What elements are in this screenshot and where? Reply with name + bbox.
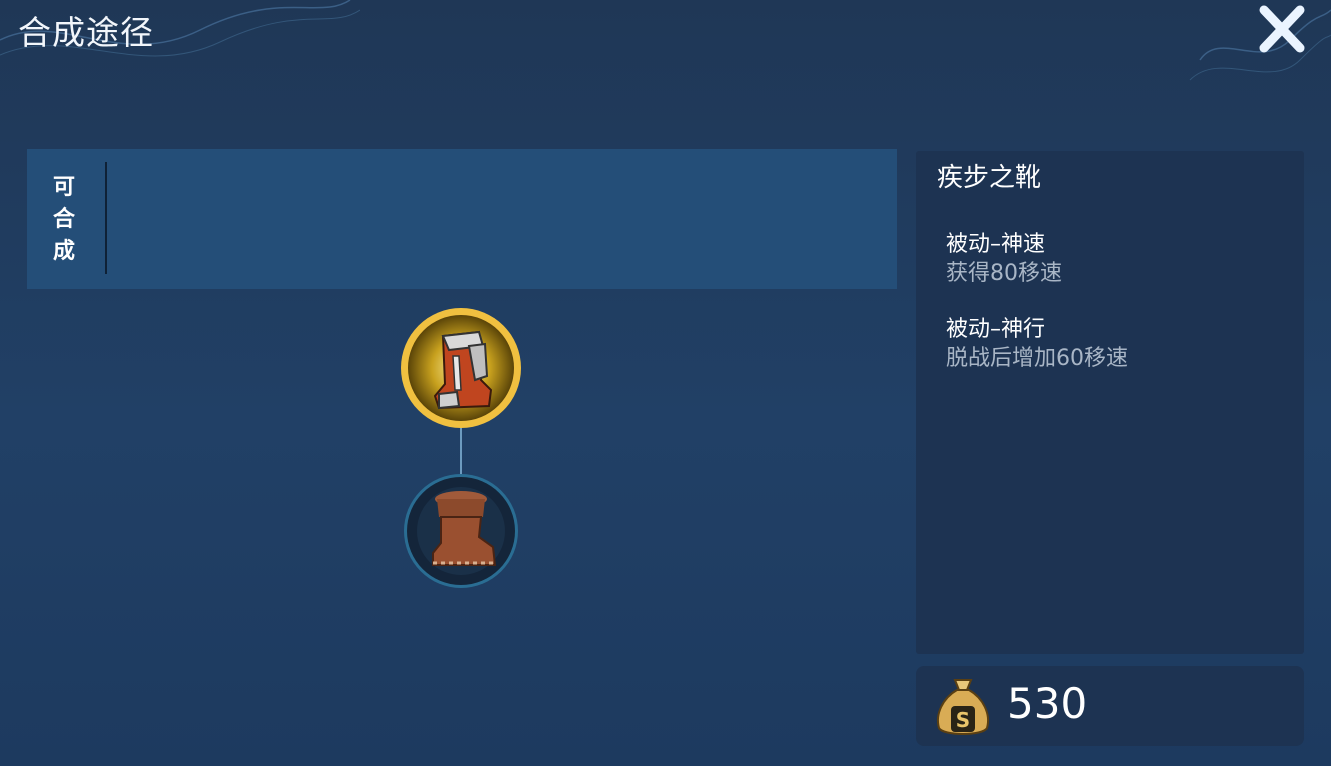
craftable-items-bar [27, 149, 897, 289]
craftable-divider [105, 162, 107, 274]
svg-text:S: S [956, 708, 970, 732]
bottom-item-node[interactable] [403, 473, 519, 589]
close-icon [1259, 5, 1305, 53]
money-bag-icon: S [931, 674, 995, 740]
item-price: 530 [1007, 679, 1088, 728]
leather-boots-icon [404, 474, 518, 588]
passive-title: 被动–神速 [946, 232, 1046, 257]
passive-desc: 获得80移速 [946, 261, 1062, 286]
page-title: 合成途径 [18, 13, 154, 52]
armored-boots-icon [401, 308, 521, 428]
passive-title: 被动–神行 [946, 317, 1046, 342]
close-button[interactable] [1250, 0, 1314, 60]
top-item-node[interactable] [399, 306, 523, 430]
item-name: 疾步之靴 [937, 163, 1042, 193]
recipe-connector-line [460, 426, 462, 474]
craftable-label: 可 合 成 [52, 175, 75, 264]
passive-desc: 脱战后增加60移速 [946, 346, 1128, 371]
